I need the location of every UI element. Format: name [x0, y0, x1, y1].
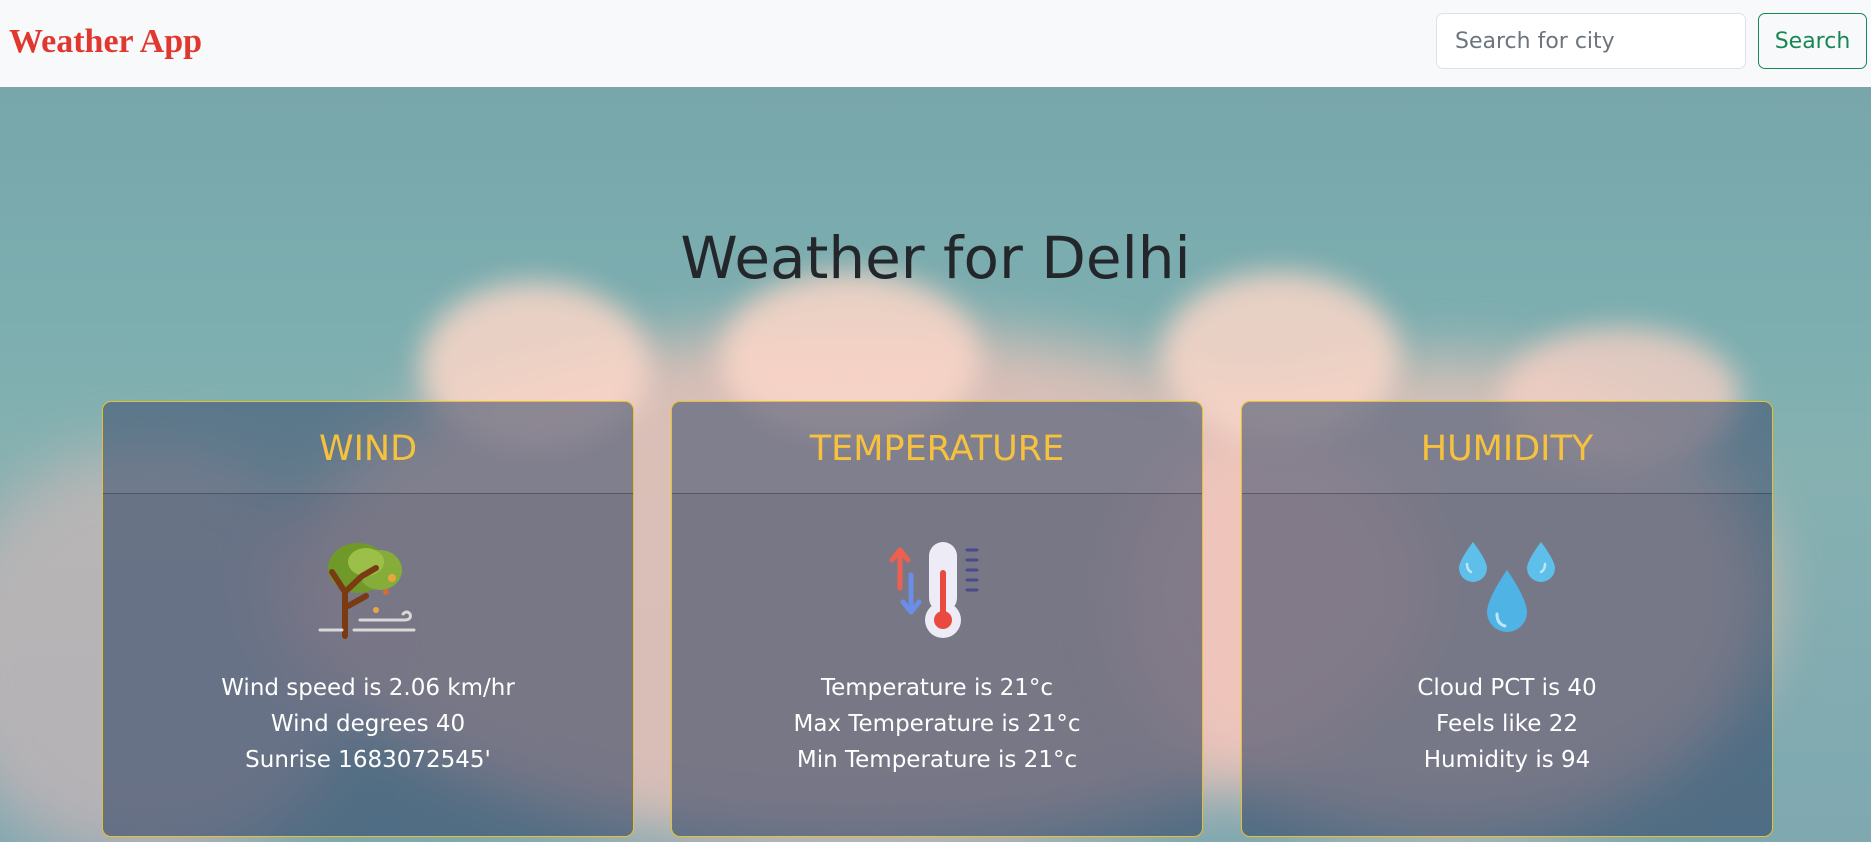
min-temperature-text: Min Temperature is 21°c	[796, 747, 1078, 773]
cloud-pct-text: Cloud PCT is 40	[1417, 675, 1597, 701]
humidity-text: Humidity is 94	[1423, 747, 1591, 773]
wind-speed-text: Wind speed is 2.06 km/hr	[221, 675, 515, 701]
thermometer-icon	[889, 542, 979, 638]
card-details: Temperature is 21°c Max Temperature is 2…	[672, 670, 1202, 778]
card-title: TEMPERATURE	[672, 402, 1202, 494]
wind-degrees-text: Wind degrees 40	[270, 711, 466, 737]
search-button[interactable]: Search	[1758, 13, 1867, 69]
humidity-card: HUMIDITY Cloud PCT is 40 Feels like 22 H…	[1241, 401, 1773, 837]
search-input[interactable]	[1436, 13, 1746, 69]
navbar: Weather App Search	[0, 0, 1871, 87]
card-title: HUMIDITY	[1242, 402, 1772, 494]
temperature-card: TEMPERATURE Temperature is 21°c Max Temp…	[671, 401, 1203, 837]
sunrise-text: Sunrise 1683072545'	[245, 747, 491, 773]
water-drops-icon	[1459, 542, 1555, 632]
feels-like-text: Feels like 22	[1436, 711, 1578, 737]
temperature-text: Temperature is 21°c	[820, 675, 1054, 701]
wind-tree-icon	[318, 543, 416, 639]
page-title: Weather for Delhi	[680, 224, 1191, 292]
brand-title[interactable]: Weather App	[9, 18, 202, 66]
card-title: WIND	[103, 402, 633, 494]
wind-card: WIND Wind speed is 2.06 km/hr Wind degre…	[102, 401, 634, 837]
weather-background: Weather for Delhi WIND Wind speed is 2.0…	[0, 87, 1871, 842]
card-details: Cloud PCT is 40 Feels like 22 Humidity i…	[1242, 670, 1772, 778]
max-temperature-text: Max Temperature is 21°c	[793, 711, 1081, 737]
card-details: Wind speed is 2.06 km/hr Wind degrees 40…	[103, 670, 633, 778]
